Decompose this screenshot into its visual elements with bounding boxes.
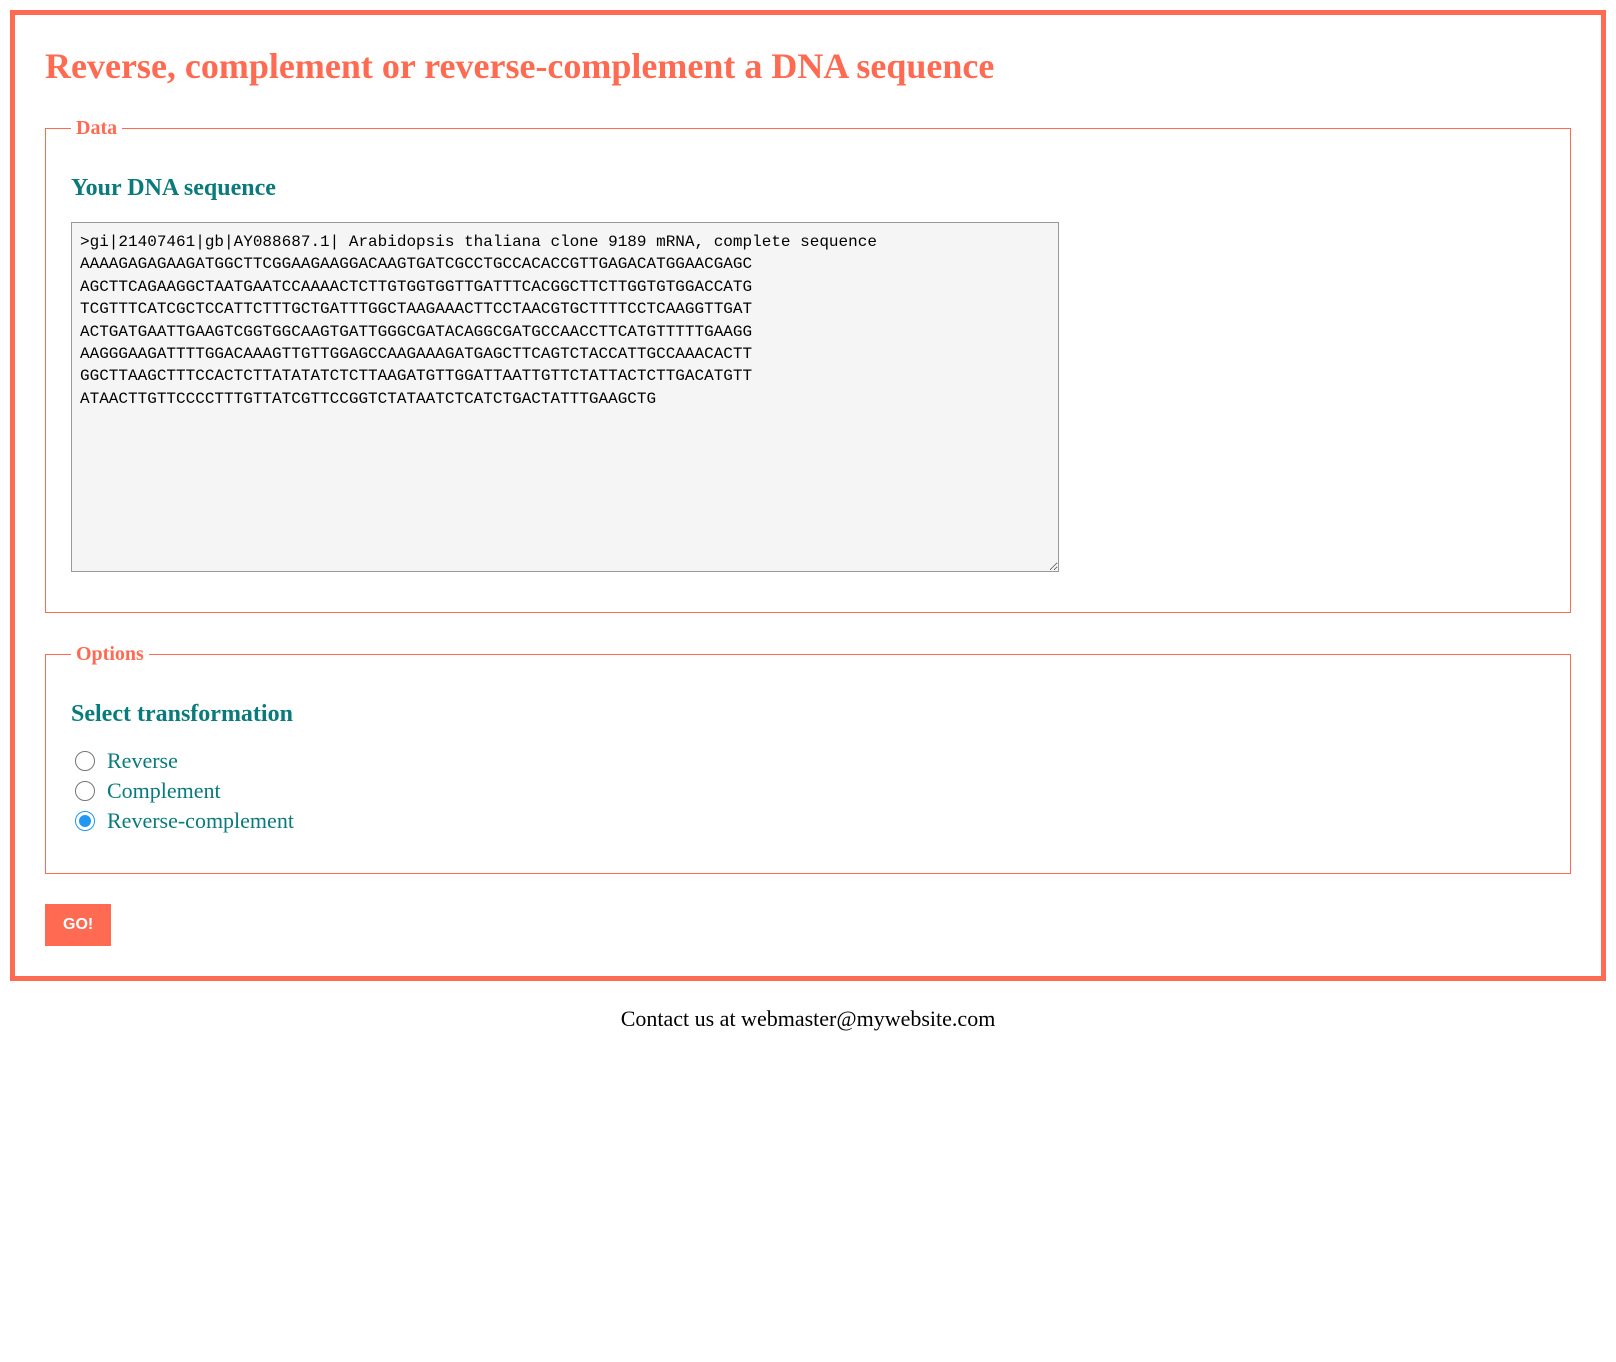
go-button[interactable]: GO! xyxy=(45,904,111,946)
radio-revcomp-label[interactable]: Reverse-complement xyxy=(107,808,294,834)
footer-contact: Contact us at webmaster@mywebsite.com xyxy=(10,1006,1606,1032)
radio-complement[interactable] xyxy=(75,781,95,801)
main-container: Reverse, complement or reverse-complemen… xyxy=(10,10,1606,981)
radio-revcomp[interactable] xyxy=(75,811,95,831)
data-legend: Data xyxy=(71,117,122,140)
options-legend: Options xyxy=(71,643,149,666)
radio-item-reverse: Reverse xyxy=(71,748,1545,774)
radio-reverse[interactable] xyxy=(75,751,95,771)
radio-item-complement: Complement xyxy=(71,778,1545,804)
options-fieldset: Options Select transformation Reverse Co… xyxy=(45,643,1571,874)
radio-complement-label[interactable]: Complement xyxy=(107,778,221,804)
transformation-heading: Select transformation xyxy=(71,701,1545,728)
radio-item-revcomp: Reverse-complement xyxy=(71,808,1545,834)
dna-sequence-heading: Your DNA sequence xyxy=(71,175,1545,202)
data-fieldset: Data Your DNA sequence xyxy=(45,117,1571,613)
radio-reverse-label[interactable]: Reverse xyxy=(107,748,178,774)
page-title: Reverse, complement or reverse-complemen… xyxy=(45,45,1571,87)
dna-sequence-textarea[interactable] xyxy=(71,222,1059,572)
radio-group: Reverse Complement Reverse-complement xyxy=(71,748,1545,834)
